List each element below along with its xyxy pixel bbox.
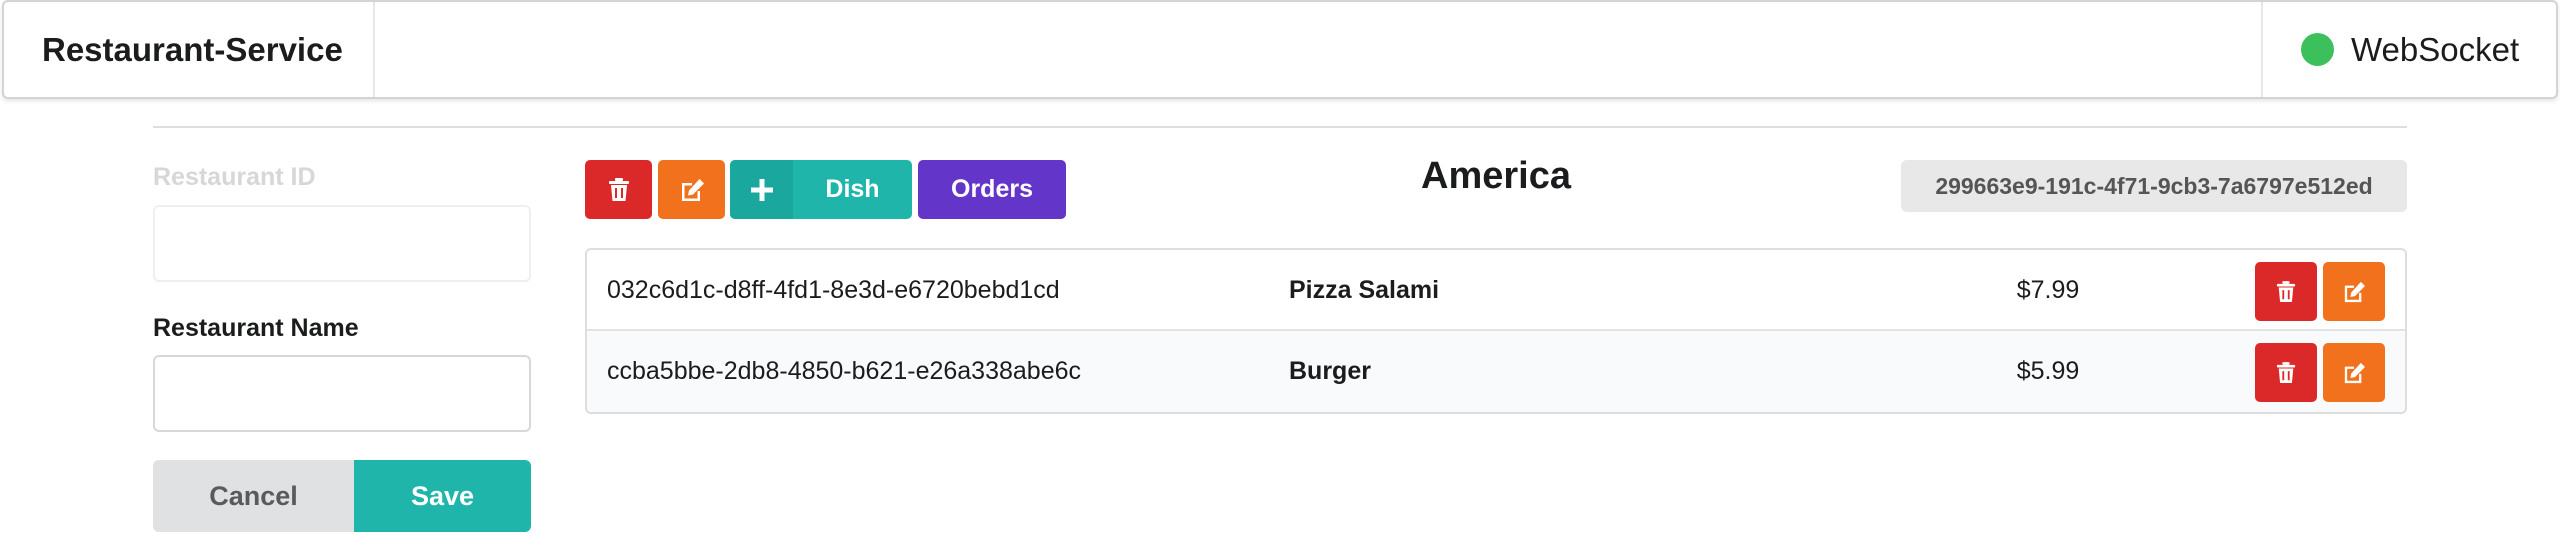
add-dish-button[interactable]: Dish [730, 160, 912, 219]
cancel-button[interactable]: Cancel [153, 460, 354, 532]
trash-icon [608, 177, 630, 202]
delete-dish-button[interactable] [2255, 262, 2317, 321]
table-row: 032c6d1c-d8ff-4fd1-8e3d-e6720bebd1cd Piz… [587, 250, 2405, 331]
restaurant-id-badge: 299663e9-191c-4f71-9cb3-7a6797e512ed [1901, 160, 2407, 212]
dish-name: Pizza Salami [1289, 276, 1440, 304]
table-row: ccba5bbe-2db8-4850-b621-e26a338abe6c Bur… [587, 331, 2405, 412]
orders-button[interactable]: Orders [918, 160, 1066, 219]
status-dot-icon [2301, 33, 2334, 66]
app-title[interactable]: Restaurant-Service [4, 2, 375, 97]
restaurant-id-input [153, 205, 531, 282]
trash-icon [2276, 361, 2296, 384]
edit-icon [2342, 281, 2366, 303]
restaurant-name-input[interactable] [153, 355, 531, 432]
dish-name: Burger [1289, 357, 1371, 385]
edit-restaurant-button[interactable] [658, 160, 725, 219]
edit-dish-button[interactable] [2323, 343, 2385, 402]
dish-id: ccba5bbe-2db8-4850-b621-e26a338abe6c [607, 357, 1082, 385]
edit-icon [679, 178, 705, 202]
delete-dish-button[interactable] [2255, 343, 2317, 402]
restaurant-name-label: Restaurant Name [153, 314, 359, 342]
restaurant-id-label: Restaurant ID [153, 163, 316, 191]
dish-id: 032c6d1c-d8ff-4fd1-8e3d-e6720bebd1cd [607, 276, 1060, 304]
dish-price: $7.99 [2016, 276, 2080, 304]
save-button[interactable]: Save [354, 460, 531, 532]
plus-icon [730, 160, 793, 219]
dish-price: $5.99 [2016, 357, 2080, 385]
dish-table: 032c6d1c-d8ff-4fd1-8e3d-e6720bebd1cd Piz… [585, 248, 2407, 414]
edit-icon [2342, 362, 2366, 384]
dish-label: Dish [825, 175, 880, 203]
websocket-label: WebSocket [2351, 30, 2520, 68]
trash-icon [2276, 280, 2296, 303]
top-menu: Restaurant-Service WebSocket [2, 0, 2558, 99]
divider [153, 126, 2407, 128]
delete-restaurant-button[interactable] [585, 160, 652, 219]
websocket-status: WebSocket [2261, 2, 2556, 97]
restaurant-name: America [1421, 155, 1571, 197]
edit-dish-button[interactable] [2323, 262, 2385, 321]
